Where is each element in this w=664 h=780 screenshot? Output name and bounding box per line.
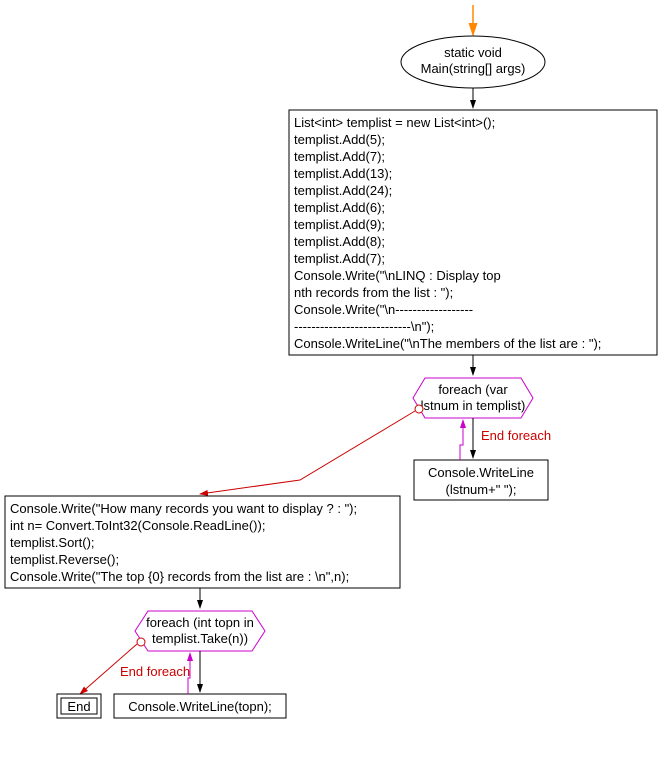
svg-text:templist.Reverse();: templist.Reverse();	[10, 552, 119, 567]
loop-back-foreach1	[460, 420, 463, 460]
foreach1-text-2: lstnum in templist)	[421, 398, 526, 413]
flowchart-diagram: static void Main(string[] args) List<int…	[0, 0, 664, 780]
svg-text:Console.Write("The top {0} rec: Console.Write("The top {0} records from …	[10, 569, 349, 584]
svg-text:int n= Convert.ToInt32(Console: int n= Convert.ToInt32(Console.ReadLine(…	[10, 518, 265, 533]
start-text-1: static void	[444, 45, 502, 60]
foreach2-exit-dot	[137, 638, 145, 646]
body2-text-1: Console.WriteLine(topn);	[128, 699, 272, 714]
svg-text:templist.Sort();: templist.Sort();	[10, 535, 95, 550]
svg-text:templist.Add(6);: templist.Add(6);	[294, 200, 385, 215]
svg-text:Console.Write("\nLINQ : Displa: Console.Write("\nLINQ : Display top	[294, 268, 501, 283]
end-foreach1-label: End foreach	[481, 428, 551, 443]
svg-text:Console.Write("How many record: Console.Write("How many records you want…	[10, 501, 357, 516]
end-foreach2-label: End foreach	[120, 664, 190, 679]
svg-text:nth records from the list : ": nth records from the list : ");	[294, 285, 453, 300]
svg-text:Console.Write("\n-------------: Console.Write("\n------------------	[294, 302, 473, 317]
exit-foreach1-to-block2	[200, 411, 415, 494]
foreach1-exit-dot	[415, 405, 423, 413]
svg-text:templist.Add(9);: templist.Add(9);	[294, 217, 385, 232]
svg-text:templist.Add(24);: templist.Add(24);	[294, 183, 392, 198]
end-label: End	[67, 699, 90, 714]
start-text-2: Main(string[] args)	[421, 61, 526, 76]
body1-text-1: Console.WriteLine	[428, 465, 534, 480]
svg-text:templist.Add(5);: templist.Add(5);	[294, 132, 385, 147]
svg-text:---------------------------\n": ---------------------------\n");	[294, 319, 434, 334]
body1-text-2: (lstnum+" ");	[446, 482, 517, 497]
foreach2-text-1: foreach (int topn in	[146, 615, 254, 630]
foreach2-text-2: templist.Take(n))	[152, 631, 248, 646]
svg-text:templist.Add(7);: templist.Add(7);	[294, 149, 385, 164]
svg-text:Console.WriteLine("\nThe membe: Console.WriteLine("\nThe members of the …	[294, 336, 601, 351]
foreach1-text-1: foreach (var	[438, 382, 508, 397]
svg-text:templist.Add(13);: templist.Add(13);	[294, 166, 392, 181]
svg-text:templist.Add(8);: templist.Add(8);	[294, 234, 385, 249]
svg-text:templist.Add(7);: templist.Add(7);	[294, 251, 385, 266]
svg-text:List<int> templist = new List<: List<int> templist = new List<int>();	[294, 115, 495, 130]
